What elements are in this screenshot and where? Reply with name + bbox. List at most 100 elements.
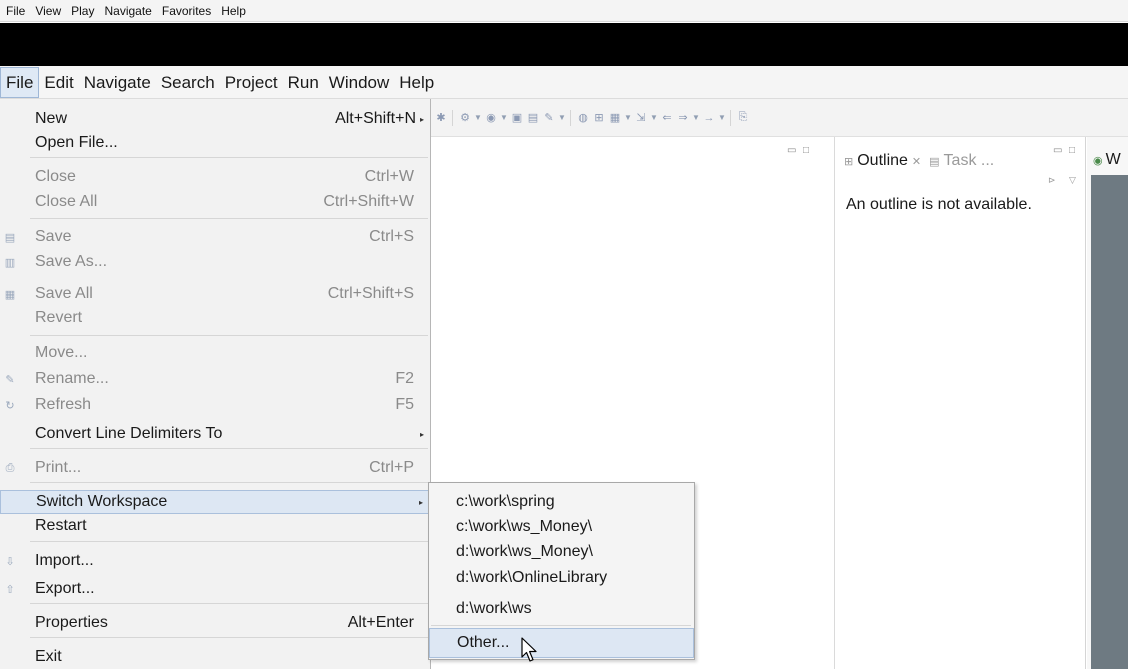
menu-navigate[interactable]: Navigate [79,67,156,98]
save-icon: ▤ [4,231,16,244]
forward-icon[interactable]: ⇒ [676,111,690,125]
maximize-icon[interactable]: □ [1069,145,1075,156]
chevron-down-icon[interactable]: ▼ [624,111,632,125]
tab-outline-label: Outline [857,152,908,169]
workspace-other-item[interactable]: Other... [429,628,694,658]
task-icon[interactable]: ▦ [608,111,622,125]
workspace-item[interactable]: d:\work\ws_Money\ [429,540,694,564]
menu-window[interactable]: Window [324,67,394,98]
player-menu-file[interactable]: File [1,1,30,21]
menu-item-refresh[interactable]: ↻ Refresh F5 [0,393,430,417]
annotation-icon[interactable]: ⊞ [592,111,606,125]
menu-item-save-all[interactable]: ▦ Save All Ctrl+Shift+S [0,282,430,306]
player-menubar: File View Play Navigate Favorites Help [0,0,1128,22]
player-menu-navigate[interactable]: Navigate [99,1,156,21]
workspace-path: d:\work\ws [456,600,532,617]
player-menu-favorites[interactable]: Favorites [157,1,216,21]
maximize-icon[interactable]: □ [803,145,809,156]
next-annotation-icon[interactable]: ⇲ [634,111,648,125]
menu-item-save[interactable]: ▤ Save Ctrl+S [0,225,430,249]
menu-edit[interactable]: Edit [39,67,78,98]
import-icon: ⇩ [5,555,15,568]
menu-item-shortcut: Alt+Enter [347,614,414,631]
tab-outline[interactable]: ⊞ Outline ✕ [844,152,921,170]
menu-item-open-file[interactable]: Open File... [0,131,430,155]
menu-separator [30,157,428,158]
view-menu-icon[interactable]: ▽ [1069,175,1076,186]
player-menu-help[interactable]: Help [216,1,251,21]
workspace-item[interactable]: c:\work\ws_Money\ [429,515,694,539]
chevron-down-icon[interactable]: ▼ [650,111,658,125]
main-toolbar: ✱ ⚙ ▼ ◉ ▼ ▣ ▤ ✎ ▼ ◍ ⊞ ▦ ▼ ⇲ ▼ ⇐ ⇒ ▼ → ▼ … [430,99,1128,137]
welcome-view: ◉ W [1087,137,1128,669]
outline-empty-message: An outline is not available. [846,196,1032,213]
menu-item-revert[interactable]: Revert [0,306,430,330]
chevron-down-icon[interactable]: ▼ [474,111,482,125]
close-icon[interactable]: ✕ [912,155,921,168]
chevron-down-icon[interactable]: ▼ [500,111,508,125]
menu-item-new[interactable]: New Alt+Shift+N ▸ [0,107,430,131]
edit-icon[interactable]: ✎ [542,111,556,125]
debug-icon[interactable]: ⚙ [458,111,472,125]
menu-help[interactable]: Help [394,67,439,98]
menu-item-properties[interactable]: Properties Alt+Enter [0,611,430,635]
save-all-icon: ▦ [4,288,16,301]
menu-item-label: Restart [35,517,87,534]
workspace-item[interactable]: c:\work\spring [429,490,694,514]
switch-workspace-submenu: c:\work\spring c:\work\ws_Money\ d:\work\w… [428,482,695,660]
workspace-item[interactable]: d:\work\ws [429,597,694,621]
menu-item-shortcut: Ctrl+W [364,168,414,185]
chevron-down-icon[interactable]: ▼ [718,111,726,125]
menu-item-move[interactable]: Move... [0,341,430,365]
workspace-path: c:\work\ws_Money\ [456,518,593,535]
menu-item-label: Open File... [35,134,118,151]
tab-task-list[interactable]: ▤ Task ... [929,152,994,170]
menu-file[interactable]: File [0,66,40,98]
minimize-icon[interactable]: ▭ [787,145,796,156]
menu-item-shortcut: Ctrl+Shift+W [323,193,414,210]
run-icon[interactable]: ◉ [484,111,498,125]
history-forward-icon[interactable]: → [702,111,716,125]
menu-item-print[interactable]: ⎙ Print... Ctrl+P [0,456,430,480]
minimize-icon[interactable]: ▭ [1053,145,1062,156]
menu-item-close-all[interactable]: Close All Ctrl+Shift+W [0,190,430,214]
rename-icon: ✎ [5,373,15,386]
menu-item-export[interactable]: ⇧ Export... [0,577,430,601]
toolbar-separator [570,109,572,126]
tab-welcome[interactable]: ◉ W [1093,151,1121,169]
menu-item-rename[interactable]: ✎ Rename... F2 [0,367,430,391]
menu-search[interactable]: Search [156,67,220,98]
menu-item-convert-line-delimiters-to[interactable]: Convert Line Delimiters To ▸ [0,422,430,446]
menu-item-switch-workspace[interactable]: Switch Workspace ▸ [0,490,430,514]
menu-item-shortcut: F2 [395,370,414,387]
workspace-item[interactable]: d:\work\OnlineLibrary [429,566,694,590]
player-menu-view[interactable]: View [30,1,66,21]
menu-item-import[interactable]: ⇩ Import... [0,549,430,573]
tab-task-label: Task ... [943,152,995,169]
focus-icon[interactable]: ⊳ [1048,175,1056,186]
menu-separator [30,603,428,604]
chevron-down-icon[interactable]: ▼ [558,111,566,125]
menu-item-save-as[interactable]: ▥ Save As... [0,250,430,274]
player-menu-play[interactable]: Play [66,1,99,21]
chevron-down-icon[interactable]: ▼ [692,111,700,125]
menu-item-label: Revert [35,309,83,326]
menu-item-label: Export... [35,580,95,597]
pin-editor-icon[interactable]: ⎘ [736,111,750,125]
search-icon[interactable]: ◍ [576,111,590,125]
open-type-icon[interactable]: ▣ [510,111,524,125]
menu-item-restart[interactable]: Restart [0,514,430,538]
tab-welcome-label: W [1105,151,1121,168]
menu-separator [30,637,428,638]
new-java-class-icon[interactable]: ✱ [434,111,448,125]
submenu-arrow-icon: ▸ [418,497,423,507]
menu-project[interactable]: Project [220,67,283,98]
toolbar-separator [730,109,732,126]
menu-item-close[interactable]: Close Ctrl+W [0,165,430,189]
menu-run[interactable]: Run [283,67,324,98]
menu-item-exit[interactable]: Exit [0,645,430,669]
back-icon[interactable]: ⇐ [660,111,674,125]
open-folder-icon[interactable]: ▤ [526,111,540,125]
menu-item-label: Save [35,228,72,245]
workspace-path: d:\work\ws_Money\ [456,543,593,560]
